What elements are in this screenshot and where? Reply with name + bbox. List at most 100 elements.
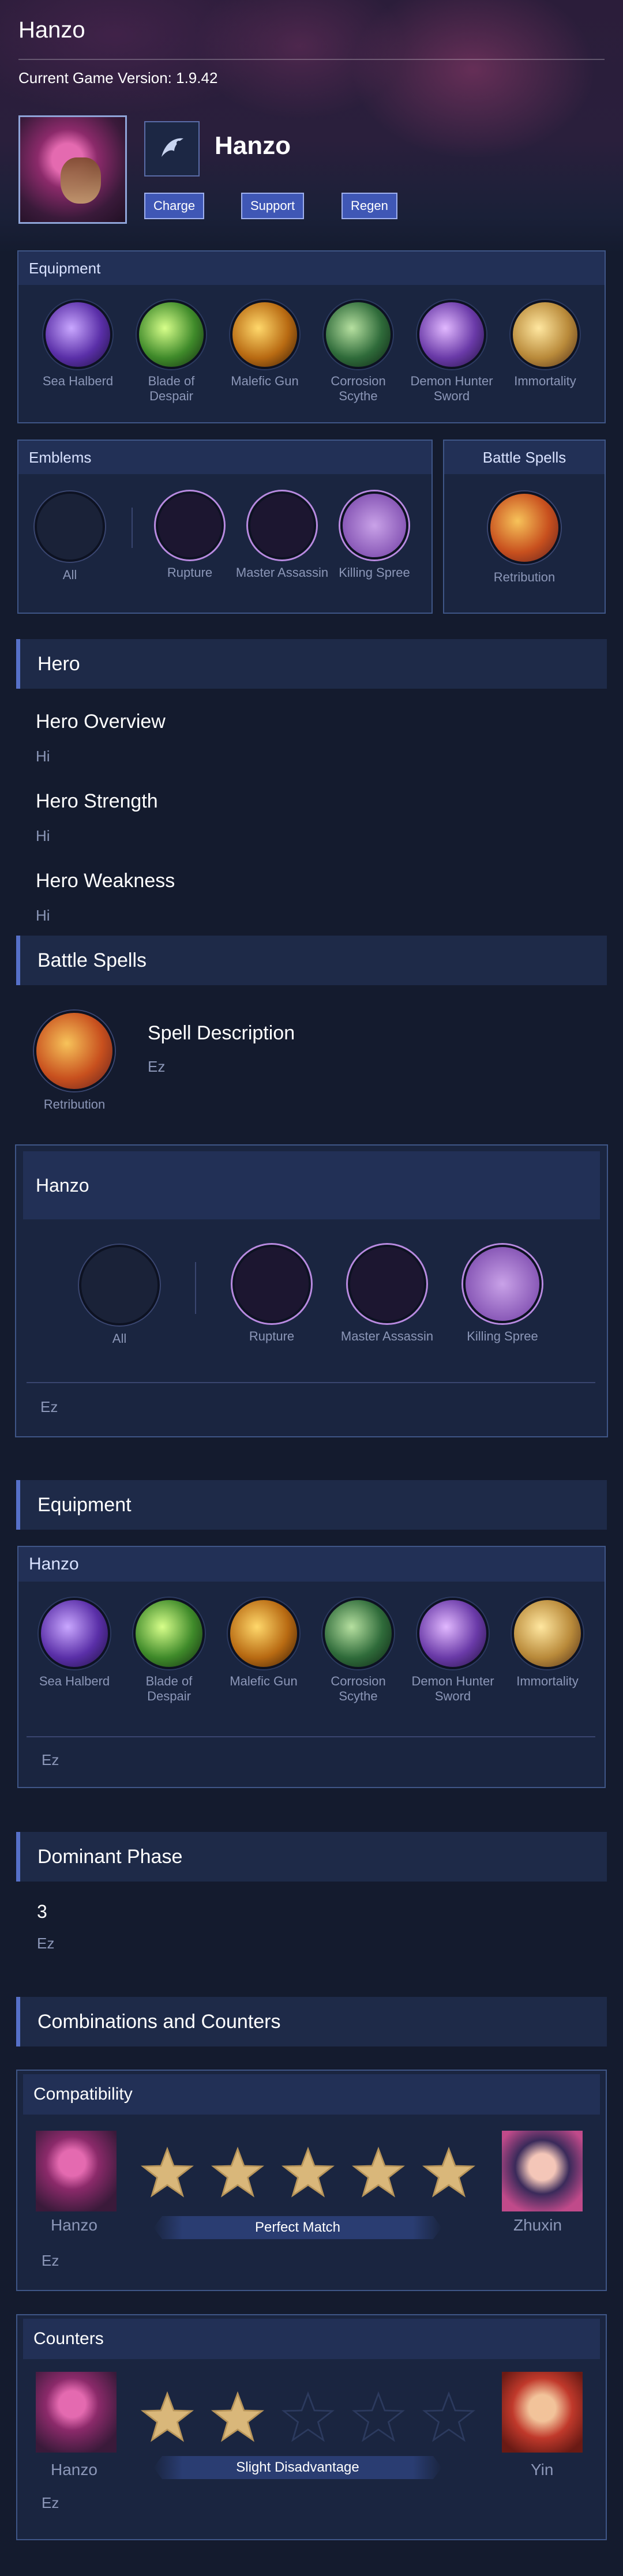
demon-hunter-sword-icon [417,1598,489,1669]
hero-weakness-text: Hi [36,907,50,924]
rupture-icon [232,1245,311,1323]
emblem-killing-spree[interactable]: Killing Spree [453,1245,551,1344]
item-demon-hunter-sword[interactable]: Demon Hunter Sword [408,300,495,404]
emblem-master-assassin[interactable]: Master Assassin [233,491,331,580]
compatibility-title: Compatibility [23,2074,600,2115]
section-header-battle-spells: Battle Spells [16,936,607,985]
corrosion-scythe-icon [322,1598,394,1669]
item-demon-hunter-sword[interactable]: Demon Hunter Sword [410,1598,496,1704]
panel-header: Equipment [18,251,605,285]
killing-spree-icon [463,1245,542,1323]
item-label: Blade of Despair [145,1674,193,1703]
compat-star-filled-icon [422,2146,476,2201]
item-label: Corrosion Scythe [331,374,386,403]
corrosion-scythe-icon [324,300,393,369]
spell-description-text: Ez [148,1058,166,1075]
section-header-dominant-phase: Dominant Phase [16,1832,607,1882]
item-sea-halberd[interactable]: Sea Halberd [31,1598,118,1689]
tag-support[interactable]: Support [241,193,305,219]
counters-title: Counters [23,2319,600,2359]
partner-avatar [502,2131,583,2211]
blade-of-despair-icon [133,1598,205,1669]
compat-partner-name: Zhuxin [513,2216,562,2234]
compat-star-filled-icon [140,2146,194,2201]
counters-verdict: Slight Disadvantage [153,2456,442,2479]
hero-weakness-title: Hero Weakness [36,870,175,892]
counter-star-empty-icon [351,2391,406,2445]
card-divider [27,1736,595,1737]
compatibility-verdict: Perfect Match [153,2216,442,2239]
emblem-label: Rupture [167,565,213,580]
hero-portrait [18,115,127,224]
item-label: Malefic Gun [231,374,299,388]
emblem-card-main[interactable]: All [70,1245,168,1346]
emblem-main[interactable]: All [21,491,119,583]
hero-name: Hanzo [215,132,291,160]
item-label: Immortality [516,1674,579,1688]
spell-retribution[interactable]: Retribution [475,491,573,585]
item-label: Blade of Despair [148,374,195,403]
tag-regen[interactable]: Regen [341,193,397,219]
rupture-icon [156,491,224,559]
card-divider [27,1382,595,1383]
retribution-icon [34,1011,115,1091]
compat-hero-name: Hanzo [51,2216,97,2234]
emblem-all-icon [79,1245,160,1325]
title-divider [18,59,605,60]
equipment-card-note: Ez [42,1751,59,1768]
item-malefic-gun[interactable]: Malefic Gun [222,300,308,389]
killing-spree-icon [340,491,408,559]
game-version-label: Current Game Version: 1.9.42 [18,69,218,87]
item-label: Demon Hunter Sword [411,1674,494,1703]
dominant-phase-note: Ez [37,1935,55,1952]
spell-retribution-detail[interactable]: Retribution [25,1011,123,1112]
hero-strength-text: Hi [36,827,50,844]
hero-overview-title: Hero Overview [36,711,166,733]
emblem-rupture[interactable]: Rupture [223,1245,321,1344]
emblem-rupture[interactable]: Rupture [141,491,239,580]
emblem-card-title: Hanzo [23,1151,600,1219]
counter-hero-name: Hanzo [51,2461,97,2479]
tag-charge[interactable]: Charge [144,193,205,219]
item-malefic-gun[interactable]: Malefic Gun [220,1598,307,1689]
spell-description-title: Spell Description [148,1022,295,1044]
opponent-avatar [502,2372,583,2453]
item-blade-of-despair[interactable]: Blade of Despair [128,300,215,404]
item-immortality[interactable]: Immortality [504,1598,591,1689]
counter-star-empty-icon [281,2391,335,2445]
emblem-divider [132,508,133,548]
hero-overview-text: Hi [36,748,50,765]
item-label: Sea Halberd [39,1674,110,1688]
item-label: Malefic Gun [230,1674,298,1688]
emblem-label: Killing Spree [339,565,410,580]
counter-star-empty-icon [422,2391,476,2445]
compat-star-filled-icon [211,2146,265,2201]
master-assassin-icon [248,491,316,559]
compat-star-filled-icon [281,2146,335,2201]
compatibility-rating [140,2146,476,2201]
section-header-hero: Hero [16,639,607,689]
item-corrosion-scythe[interactable]: Corrosion Scythe [315,1598,401,1704]
role-icon [144,121,200,177]
item-blade-of-despair[interactable]: Blade of Despair [126,1598,212,1704]
item-label: Immortality [514,374,576,388]
hero-avatar [36,2131,117,2211]
equipment-card-title: Hanzo [18,1547,605,1582]
emblem-killing-spree[interactable]: Killing Spree [325,491,423,580]
item-sea-halberd[interactable]: Sea Halberd [35,300,121,389]
item-immortality[interactable]: Immortality [502,300,588,389]
demon-hunter-sword-icon [417,300,486,369]
emblem-label: Rupture [249,1329,295,1343]
sea-halberd-icon [43,300,112,369]
master-assassin-icon [348,1245,426,1323]
compatibility-note: Ez [42,2252,59,2269]
item-corrosion-scythe[interactable]: Corrosion Scythe [315,300,401,404]
emblem-label: Killing Spree [467,1329,538,1343]
emblem-master-assassin[interactable]: Master Assassin [338,1245,436,1344]
item-label: Sea Halberd [42,374,114,388]
page-title: Hanzo [18,17,85,43]
hero-avatar [36,2372,117,2453]
retribution-icon [488,491,561,564]
hero-strength-title: Hero Strength [36,790,158,812]
section-header-combinations: Combinations and Counters [16,1997,607,2046]
